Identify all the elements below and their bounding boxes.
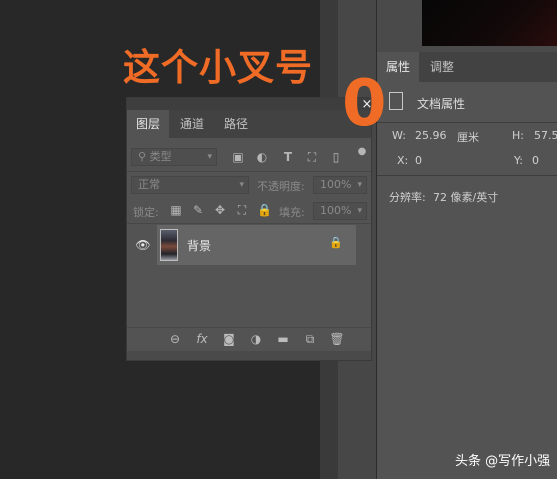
chevron-down-icon: ▾ [207, 152, 212, 162]
filter-toggle-icon[interactable]: ● [355, 146, 369, 157]
tab-channels[interactable]: 通道 [171, 110, 213, 138]
new-layer-icon[interactable]: ⧉ [302, 332, 318, 347]
watermark: 头条 @写作小强 [455, 454, 551, 469]
opacity-label: 不透明度: [257, 180, 305, 193]
x-label: X: [397, 154, 409, 167]
type-filter-icon[interactable]: T [281, 150, 295, 164]
search-icon: ⚲ [138, 150, 147, 163]
height-label: H: [512, 129, 524, 142]
fill-input[interactable]: 100% ▾ [313, 202, 367, 220]
divider [377, 175, 557, 176]
divider [127, 223, 371, 224]
smart-object-filter-icon[interactable]: ▯ [329, 150, 343, 164]
layer-row[interactable]: 背景 🔒 [157, 225, 356, 265]
folder-icon[interactable]: ▬ [275, 332, 291, 346]
blend-mode-value: 正常 [138, 178, 160, 191]
shape-filter-icon[interactable]: ⛶ [305, 150, 319, 165]
chevron-down-icon: ▾ [357, 180, 362, 190]
fx-icon[interactable]: fx [194, 332, 210, 346]
resolution-label: 分辨率: [389, 191, 426, 204]
panel-resize-edge[interactable] [127, 351, 371, 360]
mask-icon[interactable]: ◙ [221, 332, 237, 346]
fill-value: 100% [320, 204, 352, 217]
trash-icon[interactable]: 🗑 [329, 332, 345, 346]
properties-tabbar: 属性 调整 [377, 52, 557, 82]
eye-icon[interactable]: 👁 [135, 238, 151, 252]
lock-position-icon[interactable]: ✥ [213, 203, 227, 217]
document-icon [389, 92, 403, 110]
filter-kind-value: 类型 [149, 150, 172, 163]
layer-name[interactable]: 背景 [187, 237, 211, 254]
layers-footer: ⊖ fx ◙ ◑ ▬ ⧉ 🗑 [127, 327, 371, 352]
layers-panel-titlebar[interactable] [127, 98, 371, 110]
x-value[interactable]: 0 [415, 154, 422, 167]
layer-thumbnail [160, 229, 178, 261]
lock-artboard-icon[interactable]: ⛶ [235, 203, 249, 218]
y-label: Y: [514, 154, 523, 167]
tab-paths[interactable]: 路径 [215, 110, 257, 138]
height-value[interactable]: 57.57 [534, 129, 557, 142]
layers-tabbar: 图层 通道 路径 [127, 110, 371, 138]
chevron-down-icon: ▾ [357, 206, 362, 216]
blend-mode-dropdown[interactable]: 正常 ▾ [131, 176, 249, 194]
document-canvas[interactable] [422, 0, 557, 46]
annotation-text: 这个小叉号 [123, 46, 313, 89]
layers-panel: 图层 通道 路径 ⚲ 类型 ▾ ▣ ◐ T ⛶ ▯ ● 正常 ▾ 不透明度: 1… [126, 97, 372, 361]
annotation-marker: 0 [342, 67, 387, 141]
link-icon[interactable]: ⊖ [167, 332, 183, 346]
layer-filter-dropdown[interactable]: ⚲ 类型 ▾ [131, 148, 217, 166]
width-unit: 厘米 [457, 131, 479, 144]
lock-all-icon[interactable]: 🔒 [257, 203, 272, 217]
adjustment-icon[interactable]: ◑ [248, 332, 264, 346]
document-properties-header: 文档属性 [377, 82, 557, 122]
chevron-down-icon: ▾ [239, 180, 244, 190]
lock-paint-icon[interactable]: ✎ [191, 203, 205, 217]
properties-panel: 属性 调整 文档属性 W: 25.96 厘米 H: 57.57 X: 0 Y: … [377, 52, 557, 479]
tab-layers[interactable]: 图层 [127, 110, 170, 138]
resolution-value: 72 像素/英寸 [433, 191, 499, 204]
opacity-input[interactable]: 100% ▾ [313, 176, 367, 194]
y-value[interactable]: 0 [532, 154, 539, 167]
adjustment-filter-icon[interactable]: ◐ [255, 150, 269, 164]
width-value[interactable]: 25.96 [415, 129, 447, 142]
fill-label: 填充: [279, 206, 305, 219]
opacity-value: 100% [320, 178, 352, 191]
width-label: W: [392, 129, 406, 142]
lock-icon: 🔒 [329, 236, 343, 249]
divider [377, 122, 557, 123]
tab-adjustments[interactable]: 调整 [421, 52, 463, 82]
section-title: 文档属性 [417, 97, 466, 111]
pixel-filter-icon[interactable]: ▣ [231, 150, 245, 164]
divider [127, 171, 371, 172]
lock-label: 锁定: [133, 206, 159, 219]
lock-transparency-icon[interactable]: ▦ [169, 203, 183, 217]
